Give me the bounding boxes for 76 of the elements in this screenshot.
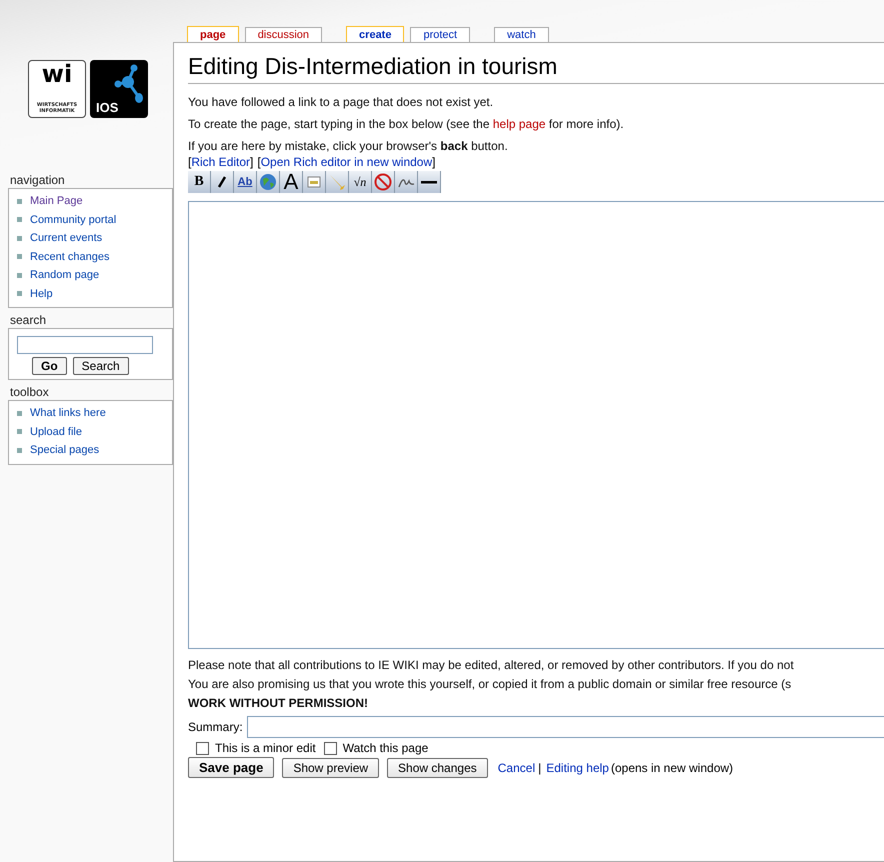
editor-link[interactable]: Open Rich editor in new window <box>260 155 432 169</box>
bullet-icon <box>17 217 22 222</box>
cancel-link[interactable]: Cancel <box>498 760 536 774</box>
notice-text: Please note that all contributions to IE WIKI may be edited, altered, or removed by other contributors. If you do not <box>188 657 795 673</box>
sidebar-link[interactable]: Current events <box>30 232 102 244</box>
headline-button[interactable]: A <box>280 171 303 193</box>
checkbox-label[interactable]: This is a minor edit <box>215 741 316 755</box>
editing-help-link[interactable]: Editing help <box>546 760 609 774</box>
bullet-icon <box>17 410 22 416</box>
logo-mark: wi <box>42 62 72 86</box>
checkbox[interactable] <box>196 742 209 754</box>
action-button[interactable]: Show changes <box>387 758 488 778</box>
bracket-text: [ <box>257 155 261 169</box>
warning-text: WORK WITHOUT PERMISSION! <box>188 695 369 711</box>
sidebar-link[interactable]: Help <box>30 288 53 300</box>
action-button[interactable]: Save page <box>188 757 274 778</box>
tab[interactable]: create <box>346 26 404 42</box>
help-page-link[interactable]: help page <box>492 117 546 131</box>
notice-text: You are also promising us that you wrote this yourself, or copied it from a public domain or similar free resource (s <box>188 676 792 692</box>
image-button[interactable] <box>303 171 326 193</box>
summary-field[interactable] <box>246 716 884 738</box>
bullet-icon <box>17 429 22 434</box>
horizontal-line-icon <box>421 179 437 185</box>
math-button[interactable]: √n <box>349 171 372 193</box>
page-title: Editing Dis-Intermediation in tourism <box>188 53 884 84</box>
tab[interactable]: discussion <box>244 27 322 42</box>
tab[interactable]: watch <box>494 27 549 42</box>
portlet-title: navigation <box>10 173 66 187</box>
bracket-text: ] <box>432 155 436 169</box>
help-note: (opens in new window) <box>610 760 734 774</box>
bullet-icon <box>17 291 22 296</box>
intro-text: To create the page, start typing in the box below (see the help page for more info). <box>188 116 625 132</box>
portlet-title: search <box>10 313 48 327</box>
intro-text: You have followed a link to a page that does not exist yet. <box>188 94 494 110</box>
sidebar-link[interactable]: Special pages <box>30 444 100 456</box>
bullet-icon <box>17 448 22 453</box>
search-button[interactable]: Search <box>72 357 129 375</box>
bracket-text: ] <box>250 155 254 169</box>
media-button[interactable] <box>326 171 349 193</box>
sidebar-link[interactable]: Community portal <box>30 214 116 226</box>
logo-text: IOS <box>96 100 118 115</box>
bullet-icon <box>17 236 22 241</box>
globe-icon <box>259 173 277 191</box>
bullet-icon <box>17 272 22 278</box>
no-icon <box>374 173 392 191</box>
network-icon <box>114 64 144 104</box>
nowiki-button[interactable] <box>372 171 395 193</box>
bracket-text: [ <box>188 155 192 169</box>
editor-link[interactable]: Rich Editor <box>191 155 250 169</box>
sidebar-link[interactable]: Recent changes <box>30 250 110 263</box>
image-icon <box>307 176 321 188</box>
portlet-title: toolbox <box>10 385 50 399</box>
intro-text: If you are here by mistake, click your browser's back button. <box>188 138 509 154</box>
summary-label: Summary: <box>188 720 243 734</box>
sidebar-link[interactable]: Random page <box>30 269 100 282</box>
sidebar-link[interactable]: What links here <box>30 407 106 420</box>
tab[interactable]: protect <box>410 27 470 42</box>
signature-button[interactable] <box>395 171 418 193</box>
italic-button[interactable] <box>211 171 234 193</box>
bullet-icon <box>17 198 22 204</box>
bold-button[interactable]: B <box>188 171 211 193</box>
sidebar-link[interactable]: Upload file <box>30 426 82 438</box>
separator-text: | <box>538 760 542 774</box>
checkbox[interactable] <box>324 742 337 754</box>
checkbox-label[interactable]: Watch this page <box>342 741 428 755</box>
sidebar-link[interactable]: Main Page <box>30 195 83 208</box>
search-field[interactable] <box>17 336 153 354</box>
hr-button[interactable] <box>418 171 441 193</box>
italic-icon <box>215 175 229 189</box>
logo-badge[interactable]: IOS <box>90 60 148 118</box>
link-button[interactable]: Ab <box>234 171 257 193</box>
globe-button[interactable] <box>257 171 280 193</box>
action-button[interactable]: Show preview <box>282 758 380 778</box>
bullet-icon <box>17 254 22 260</box>
go-button[interactable]: Go <box>32 357 67 375</box>
tab[interactable]: page <box>187 26 239 42</box>
